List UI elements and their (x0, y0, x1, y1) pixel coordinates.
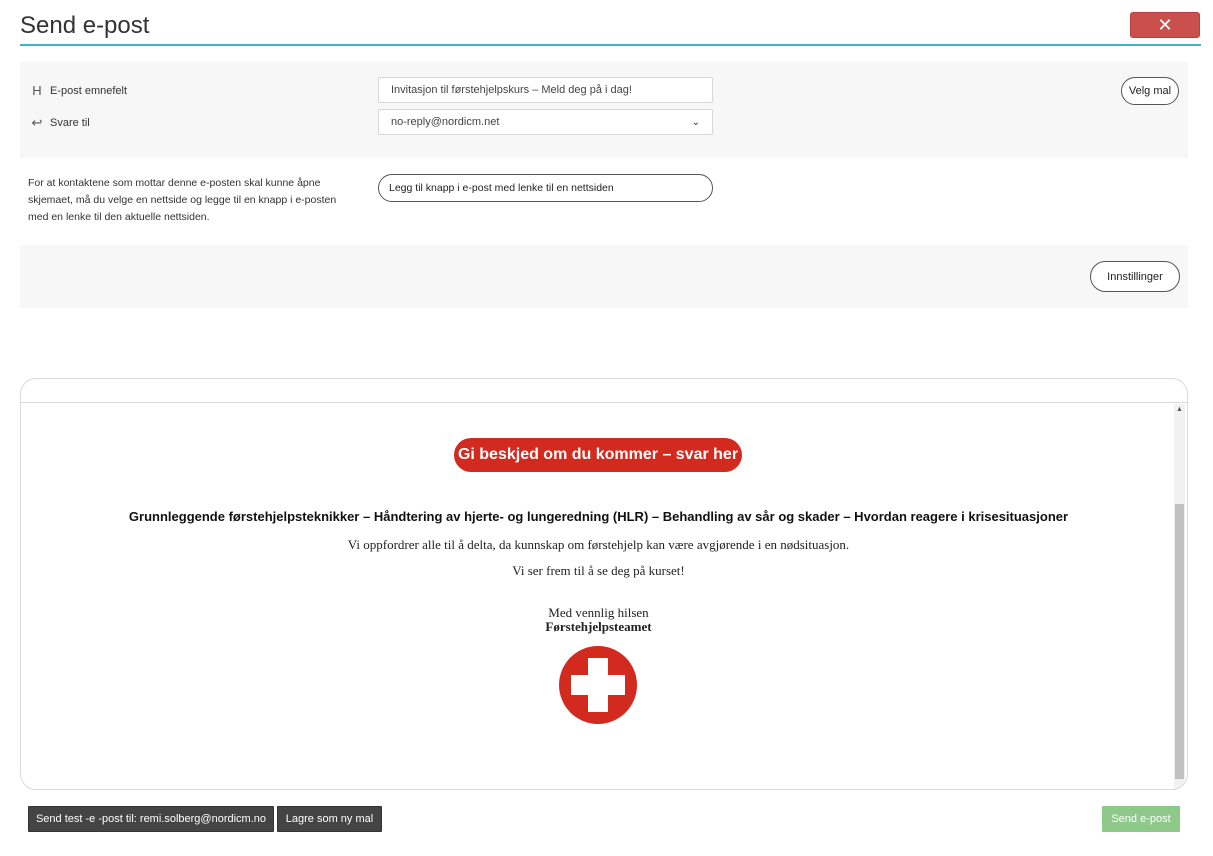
scroll-thumb[interactable] (1175, 504, 1184, 779)
email-settings-panel: H E-post emnefelt Invitasjon til førsteh… (20, 62, 1188, 158)
choose-template-button[interactable]: Velg mal (1121, 77, 1179, 105)
reply-arrow-icon: ↩ (31, 115, 43, 130)
help-text: For at kontaktene som mottar denne e-pos… (28, 177, 337, 223)
close-button[interactable]: ✕ (1130, 12, 1200, 38)
subject-input[interactable]: Invitasjon til førstehjelpskurs – Meld d… (378, 77, 713, 103)
add-link-button[interactable]: Legg til knapp i e-post med lenke til en… (378, 174, 713, 202)
settings-button[interactable]: Innstillinger (1090, 261, 1180, 292)
email-body-line-2: Vi ser frem til å se deg på kurset! (512, 563, 685, 578)
email-headline: Grunnleggende førstehjelpsteknikker – Hå… (128, 509, 1069, 524)
email-preview[interactable]: ▲ Gi beskjed om du kommer – svar her Gru… (20, 378, 1188, 790)
rsvp-button[interactable]: Gi beskjed om du kommer – svar her (454, 438, 742, 472)
send-test-email-button[interactable]: Send test -e -post til: remi.solberg@nor… (28, 806, 274, 832)
settings-panel: Innstillinger (20, 245, 1188, 308)
reply-label: Svare til (50, 117, 90, 129)
reply-to-value: no-reply@nordicm.net (391, 116, 500, 128)
close-icon: ✕ (1157, 14, 1173, 35)
subject-row-label: H E-post emnefelt (30, 83, 127, 98)
preview-toolbar (21, 379, 1187, 403)
link-panel: For at kontaktene som mottar denne e-pos… (20, 158, 1188, 245)
reply-to-select[interactable]: no-reply@nordicm.net ⌄ (378, 109, 713, 135)
reply-row-label: ↩ Svare til (30, 115, 90, 131)
preview-scrollbar[interactable]: ▲ (1174, 404, 1185, 789)
email-signature: Førstehjelpsteamet (545, 619, 652, 634)
email-body-line-1: Vi oppfordrer alle til å delta, da kunns… (347, 537, 850, 552)
save-as-template-button[interactable]: Lagre som ny mal (277, 806, 382, 832)
heading-icon: H (32, 83, 42, 98)
first-aid-cross-icon (559, 646, 637, 724)
page-title: Send e-post (20, 12, 150, 39)
subject-label: E-post emnefelt (50, 84, 128, 97)
send-email-button[interactable]: Send e-post (1102, 806, 1180, 832)
chevron-down-icon: ⌄ (691, 116, 700, 128)
dialog-header: Send e-post ✕ (20, 0, 1201, 46)
scroll-up-arrow-icon[interactable]: ▲ (1174, 406, 1185, 413)
